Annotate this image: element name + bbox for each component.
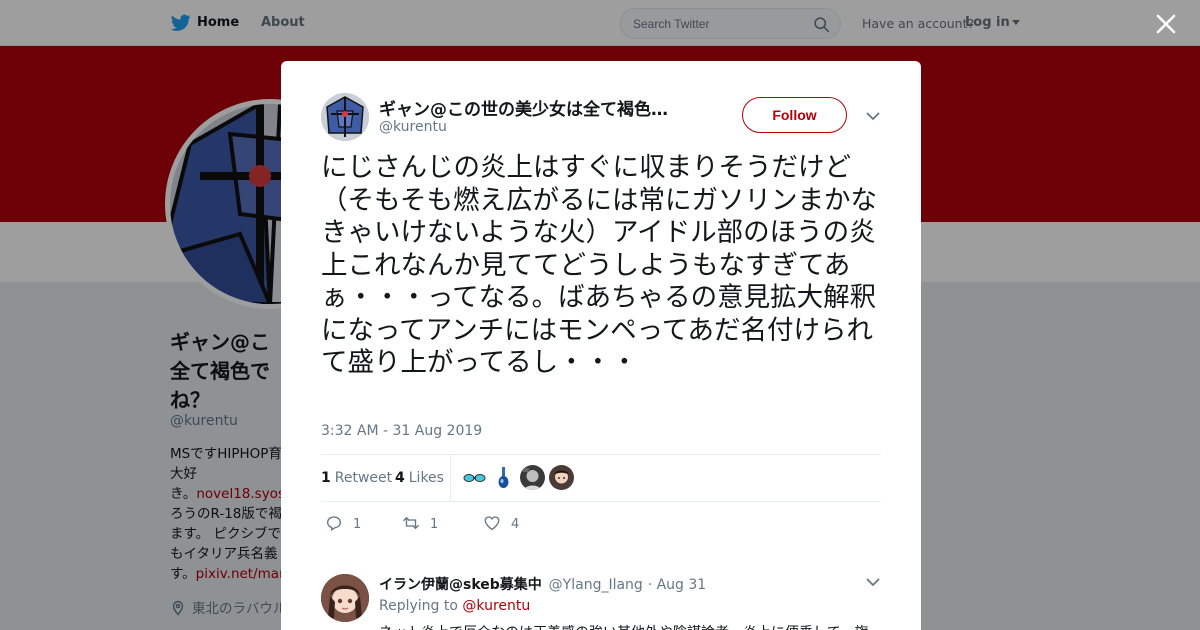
replying-mention-link[interactable]: @kurentu	[462, 598, 530, 614]
likes-count: 4	[395, 470, 405, 486]
reply-count: 1	[353, 517, 362, 532]
replying-prefix: Replying to	[379, 598, 458, 614]
liker-avatar[interactable]	[462, 465, 487, 490]
retweet-action[interactable]: 1	[402, 514, 438, 534]
robot-avatar-image	[321, 93, 369, 141]
tweet-modal: ギャン@この世の美少女は全て褐色… @kurentu Follow にじさんじの…	[281, 61, 921, 630]
anime-avatar-image	[321, 574, 369, 622]
author-avatar[interactable]	[321, 93, 369, 141]
tweet-text: にじさんじの炎上はすぐに収まりそうだけど（そもそも燃え広がるには常にガソリンまか…	[321, 152, 877, 378]
likes-label: Likes	[408, 470, 444, 486]
tweet-stats: 1 Retweet 4 Likes	[321, 454, 881, 502]
reply-action[interactable]: 1	[325, 514, 361, 534]
likes-stat[interactable]: 4 Likes	[395, 470, 444, 486]
chevron-down-icon[interactable]	[866, 577, 880, 587]
close-icon[interactable]	[1154, 12, 1178, 36]
retweet-label: Retweet	[334, 470, 393, 486]
heart-icon	[484, 516, 500, 531]
reply-icon	[326, 516, 342, 531]
retweet-count: 1	[321, 470, 331, 486]
follow-button[interactable]: Follow	[742, 97, 847, 133]
liker-avatar[interactable]	[520, 465, 545, 490]
author-name[interactable]: ギャン@この世の美少女は全て褐色…	[379, 95, 699, 120]
reply-author-name[interactable]: イラン伊蘭@skeb募集中	[379, 577, 542, 593]
liker-avatar[interactable]	[549, 465, 574, 490]
reply-date[interactable]: · Aug 31	[648, 577, 707, 593]
replying-to: Replying to @kurentu	[379, 598, 530, 614]
chevron-down-icon[interactable]	[866, 111, 880, 121]
reply-text: ネット炎上で厄介なのは正義感の強い其他外や陰謀論者、炎上に便乗して一旗	[379, 622, 869, 630]
retweet-stat[interactable]: 1 Retweet	[321, 470, 392, 486]
stats-divider	[450, 455, 451, 501]
reply-author-avatar[interactable]	[321, 574, 369, 622]
like-count: 4	[511, 517, 520, 532]
author-handle[interactable]: @kurentu	[379, 119, 447, 135]
retweet-action-count: 1	[430, 517, 439, 532]
tweet-timestamp[interactable]: 3:32 AM - 31 Aug 2019	[321, 423, 482, 439]
like-action[interactable]: 4	[483, 514, 519, 534]
retweet-icon	[403, 516, 419, 530]
liker-avatar[interactable]	[491, 465, 516, 490]
reply-author-handle[interactable]: @Ylang_Ilang	[549, 577, 643, 593]
reply-author-line: イラン伊蘭@skeb募集中 @Ylang_Ilang · Aug 31	[379, 574, 706, 594]
